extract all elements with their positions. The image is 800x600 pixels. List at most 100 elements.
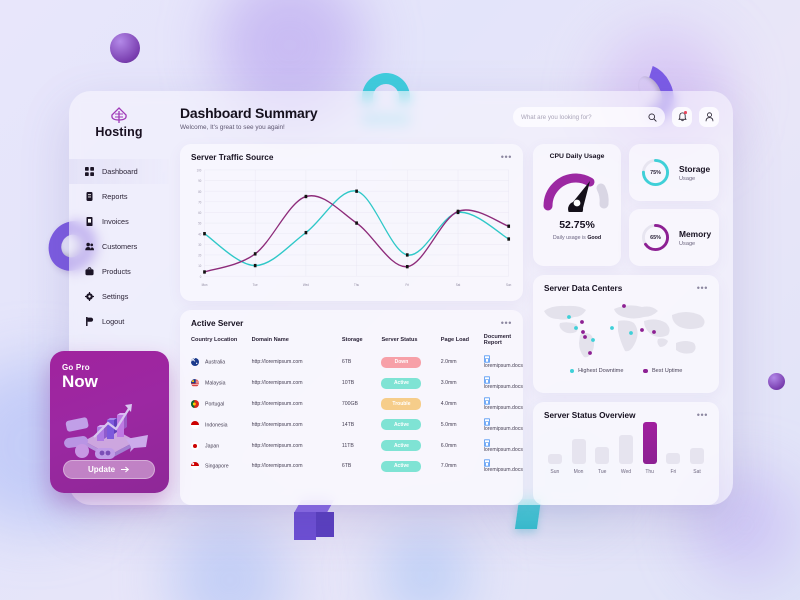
column-header-storage: Storage <box>341 337 363 343</box>
cell-page-load: 4.0mm <box>440 400 457 407</box>
cell-country: Japan <box>180 435 252 456</box>
dashboard-grid: Server Traffic Source ••• 0 10 20 30 40 50 60 7… <box>180 144 719 505</box>
bar <box>571 439 586 464</box>
doc-icon <box>483 376 490 384</box>
status-badge: Active <box>381 377 422 389</box>
cell-status: Trouble <box>381 394 440 415</box>
report-icon <box>86 192 93 201</box>
cell-storage: 10TB <box>341 380 355 387</box>
bar-column[interactable]: Sun <box>547 454 563 475</box>
table-row[interactable]: Australia http://loremipsum.com 6TB Down 2.0… <box>180 352 523 373</box>
bar-column[interactable]: Fri <box>665 453 681 475</box>
promo-eyebrow: Go Pro <box>62 363 90 372</box>
brand-logo[interactable]: Hosting <box>69 107 169 139</box>
svg-text:70: 70 <box>198 200 201 204</box>
cell-storage: 6TB <box>341 359 352 366</box>
svg-text:Tue: Tue <box>253 283 258 287</box>
profile-button[interactable] <box>699 107 719 127</box>
bar-column[interactable]: Thu <box>642 422 658 475</box>
map-landmass <box>544 305 705 358</box>
cell-storage: 700GB <box>341 400 358 407</box>
cell-status: Active <box>381 435 440 456</box>
doc-icon <box>483 459 490 468</box>
cell-domain[interactable]: http://loremipsum.com <box>252 373 342 394</box>
memory-labels: Memory Usage <box>679 229 711 247</box>
bar-column[interactable]: Tue <box>594 447 610 475</box>
cell-domain[interactable]: http://loremipsum.com <box>252 435 342 456</box>
right-column: CPU Daily Usage 52.75% Daily usage is Go… <box>533 144 719 505</box>
table-row[interactable]: Singapore http://loremipsum.com 6TB Active 7… <box>180 456 523 477</box>
arrow-right-icon <box>121 466 130 473</box>
server-traffic-card: Server Traffic Source ••• 0 10 20 30 40 50 60 7… <box>180 144 523 301</box>
svg-text:20: 20 <box>198 253 201 257</box>
bar <box>690 448 705 464</box>
sidebar-item-label: Products <box>102 266 131 276</box>
cell-document[interactable]: loremipsum.docs <box>483 352 523 373</box>
world-map-svg <box>544 304 705 358</box>
cell-document[interactable]: loremipsum.docs <box>483 373 523 394</box>
card-menu-button[interactable]: ••• <box>697 284 708 293</box>
sidebar-item-dashboard[interactable]: Dashboard <box>69 159 169 184</box>
bar-column[interactable]: Sat <box>689 448 705 475</box>
map-point <box>610 326 614 330</box>
sidebar-item-invoices[interactable]: Invoices <box>69 209 169 234</box>
bar-column[interactable]: Mon <box>571 439 587 475</box>
active-server-table: Country Location Domain Name Storage Ser… <box>180 334 523 477</box>
cell-domain[interactable]: http://loremipsum.com <box>252 414 342 435</box>
flag-singapore <box>191 462 199 471</box>
table-row[interactable]: Portugal http://loremipsum.com 700GB Troubl… <box>180 394 523 415</box>
svg-text:30: 30 <box>198 243 201 247</box>
bar-label: Fri <box>670 469 677 475</box>
server-status-overview-card: Server Status Overview ••• Sun Mon Tue Wed T… <box>533 402 719 505</box>
table-row[interactable]: Japan http://loremipsum.com 11TB Active 6.0m… <box>180 435 523 456</box>
cell-domain[interactable]: http://loremipsum.com <box>252 394 342 415</box>
map-point <box>567 315 571 319</box>
map-point <box>591 338 595 342</box>
go-pro-promo-card: Go Pro Now Update <box>50 351 169 493</box>
status-badge: Down <box>381 356 422 368</box>
decor-cube <box>294 500 334 540</box>
sidebar-item-reports[interactable]: Reports <box>69 184 169 209</box>
stats-row: CPU Daily Usage 52.75% Daily usage is Go… <box>533 144 719 266</box>
promo-update-label: Update <box>87 465 116 474</box>
table-row[interactable]: Indonesia http://loremipsum.com 14TB Active… <box>180 414 523 435</box>
world-map <box>533 295 719 367</box>
cell-page-load: 2.0mm <box>440 359 457 366</box>
sidebar-item-products[interactable]: Products <box>69 259 169 284</box>
cell-document[interactable]: loremipsum.docs <box>483 435 523 456</box>
grid-icon <box>85 167 94 176</box>
table-row[interactable]: Malaysia http://loremipsum.com 10TB Active 3… <box>180 373 523 394</box>
cell-document[interactable]: loremipsum.docs <box>483 414 523 435</box>
bar-column[interactable]: Wed <box>618 435 634 475</box>
cell-document[interactable]: loremipsum.docs <box>483 394 523 415</box>
sidebar-item-label: Customers <box>102 241 138 251</box>
map-point <box>574 326 578 330</box>
search-box[interactable] <box>513 107 665 127</box>
cell-domain[interactable]: http://loremipsum.com <box>252 352 342 373</box>
promo-update-button[interactable]: Update <box>63 460 155 479</box>
card-menu-button[interactable]: ••• <box>697 411 708 420</box>
svg-text:Sat: Sat <box>456 283 461 287</box>
bar <box>642 422 657 464</box>
search-input[interactable] <box>521 113 642 121</box>
card-menu-button[interactable]: ••• <box>501 153 512 162</box>
cell-document[interactable]: loremipsum.docs <box>483 456 523 477</box>
notifications-button[interactable] <box>672 107 692 127</box>
cell-domain[interactable]: http://loremipsum.com <box>252 456 342 477</box>
table-body: Australia http://loremipsum.com 6TB Down 2.0… <box>180 352 523 477</box>
column-header-country: Country Location <box>191 337 238 343</box>
sidebar-item-customers[interactable]: Customers <box>69 234 169 259</box>
card-title: Server Data Centers <box>544 284 623 293</box>
sidebar-item-logout[interactable]: Logout <box>69 309 169 334</box>
card-menu-button[interactable]: ••• <box>501 319 512 328</box>
cell-status: Down <box>381 352 440 373</box>
card-title: Server Status Overview <box>544 411 636 420</box>
country-label: Singapore <box>205 463 229 470</box>
search-icon[interactable] <box>648 112 657 122</box>
sidebar-item-settings[interactable]: Settings <box>69 284 169 309</box>
svg-text:60: 60 <box>198 211 201 215</box>
map-point <box>583 335 587 339</box>
notification-badge <box>684 111 687 114</box>
document-label: loremipsum.docs <box>483 404 523 411</box>
cpu-usage-card: CPU Daily Usage 52.75% Daily usage is Go… <box>533 144 621 266</box>
